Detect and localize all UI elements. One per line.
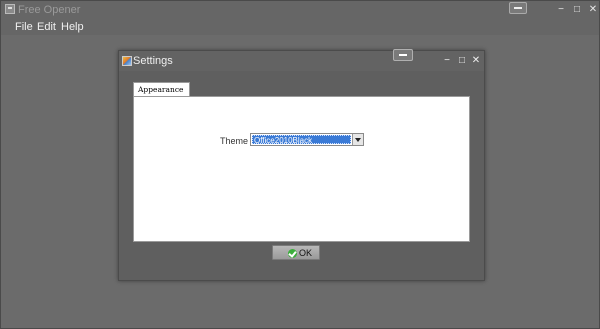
- menu-file[interactable]: File: [15, 21, 33, 33]
- dialog-title-bar[interactable]: Settings − □ ✕: [119, 49, 484, 71]
- menu-help[interactable]: Help: [61, 21, 84, 33]
- help-icon[interactable]: [393, 49, 413, 61]
- dialog-minimize-button[interactable]: −: [441, 55, 453, 67]
- tab-control: Appearance Theme Office2010Black: [131, 82, 470, 243]
- close-button[interactable]: ✕: [586, 3, 600, 16]
- chevron-down-icon[interactable]: [352, 134, 363, 145]
- app-icon: [5, 4, 15, 14]
- help-icon[interactable]: [509, 2, 527, 14]
- theme-label: Theme: [220, 136, 249, 146]
- ok-label: OK: [299, 248, 313, 258]
- theme-select[interactable]: Office2010Black: [250, 133, 364, 146]
- dialog-maximize-button[interactable]: □: [456, 55, 468, 67]
- check-icon: [288, 249, 297, 258]
- title-bar[interactable]: Free Opener − □ ✕: [1, 1, 599, 19]
- tab-appearance[interactable]: Appearance: [133, 82, 190, 96]
- main-window: Free Opener − □ ✕ File Edit Help Setting…: [0, 0, 600, 329]
- settings-dialog: Settings − □ ✕ Appearance Theme Office20…: [118, 49, 485, 281]
- ok-button[interactable]: OK: [272, 245, 320, 260]
- menu-edit[interactable]: Edit: [37, 21, 56, 33]
- maximize-button[interactable]: □: [570, 3, 584, 16]
- dialog-title: Settings: [133, 55, 173, 67]
- tab-panel-appearance: Theme Office2010Black: [133, 96, 470, 242]
- theme-selected-value: Office2010Black: [252, 135, 351, 145]
- settings-icon: [122, 56, 132, 66]
- minimize-button[interactable]: −: [554, 3, 568, 16]
- window-title: Free Opener: [18, 4, 81, 16]
- menu-bar: File Edit Help: [1, 19, 599, 35]
- dialog-close-button[interactable]: ✕: [470, 55, 482, 67]
